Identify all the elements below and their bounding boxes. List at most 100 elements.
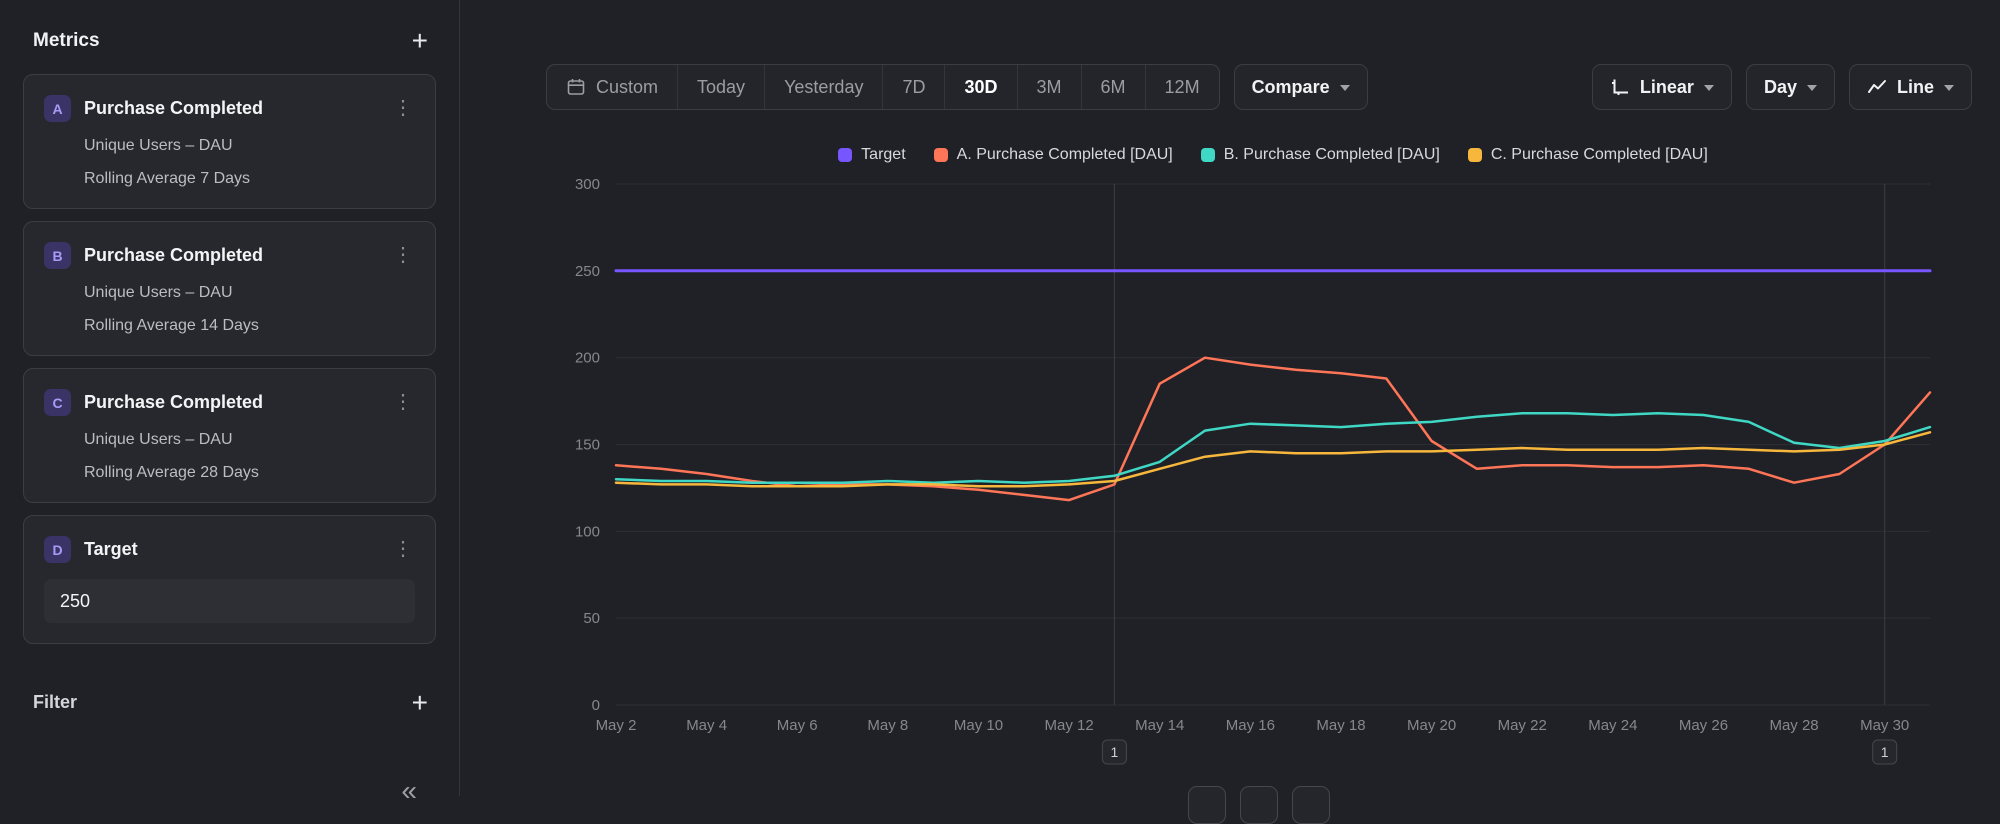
axis-scale-icon <box>1610 77 1630 97</box>
x-axis-tick-label: May 20 <box>1407 717 1456 734</box>
chart-area[interactable]: 050100150200250300May 2May 4May 6May 8Ma… <box>460 170 2000 796</box>
metric-badge: D <box>44 536 71 563</box>
scale-label: Linear <box>1640 77 1694 98</box>
range-today-button[interactable]: Today <box>677 65 764 109</box>
metric-rolling-average[interactable]: Rolling Average 14 Days <box>84 317 415 335</box>
legend-label: Target <box>861 146 905 164</box>
x-axis-tick-label: May 22 <box>1498 717 1547 734</box>
compare-label: Compare <box>1252 77 1330 98</box>
chart-type-label: Line <box>1897 77 1934 98</box>
range-label: Today <box>697 77 745 98</box>
range-custom-button[interactable]: Custom <box>547 65 677 109</box>
metrics-header: Metrics <box>33 30 100 52</box>
legend-swatch <box>1201 148 1215 162</box>
chevron-down-icon <box>1340 85 1350 91</box>
x-axis-tick-label: May 10 <box>954 717 1003 734</box>
granularity-label: Day <box>1764 77 1797 98</box>
scale-selector-button[interactable]: Linear <box>1592 64 1732 110</box>
metric-badge: A <box>44 95 71 122</box>
series-line-c[interactable] <box>616 432 1930 486</box>
range-label: 30D <box>964 77 997 98</box>
range-label: 3M <box>1037 77 1062 98</box>
metric-measure[interactable]: Unique Users – DAU <box>84 137 415 155</box>
range-3m-button[interactable]: 3M <box>1017 65 1081 109</box>
x-axis-tick-label: May 28 <box>1769 717 1818 734</box>
compare-button[interactable]: Compare <box>1234 64 1368 110</box>
y-axis-tick-label: 200 <box>575 350 600 367</box>
collapse-icon: « <box>401 775 417 806</box>
y-axis-tick-label: 250 <box>575 263 600 280</box>
insights-line-chart[interactable]: 050100150200250300May 2May 4May 6May 8Ma… <box>460 170 2000 796</box>
plus-icon: + <box>412 25 428 56</box>
y-axis-tick-label: 50 <box>583 610 600 627</box>
range-label: 7D <box>902 77 925 98</box>
metric-card-c[interactable]: C Purchase Completed ⋮ Unique Users – DA… <box>23 368 436 503</box>
metric-title: Purchase Completed <box>84 245 263 266</box>
y-axis-tick-label: 100 <box>575 523 600 540</box>
legend-swatch <box>934 148 948 162</box>
range-6m-button[interactable]: 6M <box>1081 65 1145 109</box>
chart-bottom-actions <box>1188 786 1330 824</box>
metric-options-button[interactable]: ⋮ <box>385 532 421 565</box>
metric-measure[interactable]: Unique Users – DAU <box>84 431 415 449</box>
y-axis-tick-label: 150 <box>575 437 600 454</box>
chart-type-selector-button[interactable]: Line <box>1849 64 1972 110</box>
range-12m-button[interactable]: 12M <box>1145 65 1219 109</box>
add-filter-button[interactable]: + <box>410 693 430 713</box>
bottom-action-button-1[interactable] <box>1188 786 1226 824</box>
kebab-icon: ⋮ <box>393 244 413 266</box>
metric-options-button[interactable]: ⋮ <box>385 238 421 271</box>
range-30d-button[interactable]: 30D <box>944 65 1016 109</box>
x-axis-tick-label: May 18 <box>1316 717 1365 734</box>
metric-card-b[interactable]: B Purchase Completed ⋮ Unique Users – DA… <box>23 221 436 356</box>
chevron-down-icon <box>1807 85 1817 91</box>
legend-item-a[interactable]: A. Purchase Completed [DAU] <box>934 146 1173 164</box>
metric-measure[interactable]: Unique Users – DAU <box>84 284 415 302</box>
metric-badge: B <box>44 242 71 269</box>
metric-options-button[interactable]: ⋮ <box>385 385 421 418</box>
metric-options-button[interactable]: ⋮ <box>385 91 421 124</box>
range-label: Yesterday <box>784 77 863 98</box>
filter-header: Filter <box>33 692 77 713</box>
legend-item-target[interactable]: Target <box>838 146 905 164</box>
bottom-action-button-2[interactable] <box>1240 786 1278 824</box>
legend-item-c[interactable]: C. Purchase Completed [DAU] <box>1468 146 1708 164</box>
metric-rolling-average[interactable]: Rolling Average 28 Days <box>84 464 415 482</box>
date-range-segmented-control: Custom Today Yesterday 7D 30D 3M 6M 12M <box>546 64 1220 110</box>
kebab-icon: ⋮ <box>393 97 413 119</box>
plus-icon: + <box>412 687 428 718</box>
legend-item-b[interactable]: B. Purchase Completed [DAU] <box>1201 146 1440 164</box>
metrics-sidebar: Metrics + A Purchase Completed ⋮ Unique … <box>0 0 460 796</box>
range-yesterday-button[interactable]: Yesterday <box>764 65 882 109</box>
granularity-selector-button[interactable]: Day <box>1746 64 1835 110</box>
kebab-icon: ⋮ <box>393 391 413 413</box>
x-axis-tick-label: May 14 <box>1135 717 1184 734</box>
annotation-marker-label[interactable]: 1 <box>1881 744 1889 760</box>
x-axis-tick-label: May 30 <box>1860 717 1909 734</box>
metric-card-a[interactable]: A Purchase Completed ⋮ Unique Users – DA… <box>23 74 436 209</box>
annotation-marker-label[interactable]: 1 <box>1111 744 1119 760</box>
x-axis-tick-label: May 24 <box>1588 717 1637 734</box>
x-axis-tick-label: May 16 <box>1226 717 1275 734</box>
chevron-down-icon <box>1944 85 1954 91</box>
metric-badge: C <box>44 389 71 416</box>
range-7d-button[interactable]: 7D <box>882 65 944 109</box>
calendar-icon <box>566 77 586 97</box>
series-line-a[interactable] <box>616 358 1930 500</box>
bottom-action-button-3[interactable] <box>1292 786 1330 824</box>
x-axis-tick-label: May 12 <box>1045 717 1094 734</box>
add-metric-button[interactable]: + <box>410 31 430 51</box>
kebab-icon: ⋮ <box>393 538 413 560</box>
x-axis-tick-label: May 26 <box>1679 717 1728 734</box>
x-axis-tick-label: May 6 <box>777 717 818 734</box>
legend-label: B. Purchase Completed [DAU] <box>1224 146 1440 164</box>
metric-rolling-average[interactable]: Rolling Average 7 Days <box>84 170 415 188</box>
target-card[interactable]: D Target ⋮ <box>23 515 436 644</box>
legend-label: A. Purchase Completed [DAU] <box>957 146 1173 164</box>
legend-swatch <box>1468 148 1482 162</box>
collapse-sidebar-button[interactable]: « <box>395 774 423 808</box>
target-value-input[interactable] <box>44 579 415 623</box>
chart-toolbar: Custom Today Yesterday 7D 30D 3M 6M 12M … <box>546 64 1972 110</box>
range-label: 6M <box>1101 77 1126 98</box>
chart-legend: Target A. Purchase Completed [DAU] B. Pu… <box>616 146 1930 164</box>
